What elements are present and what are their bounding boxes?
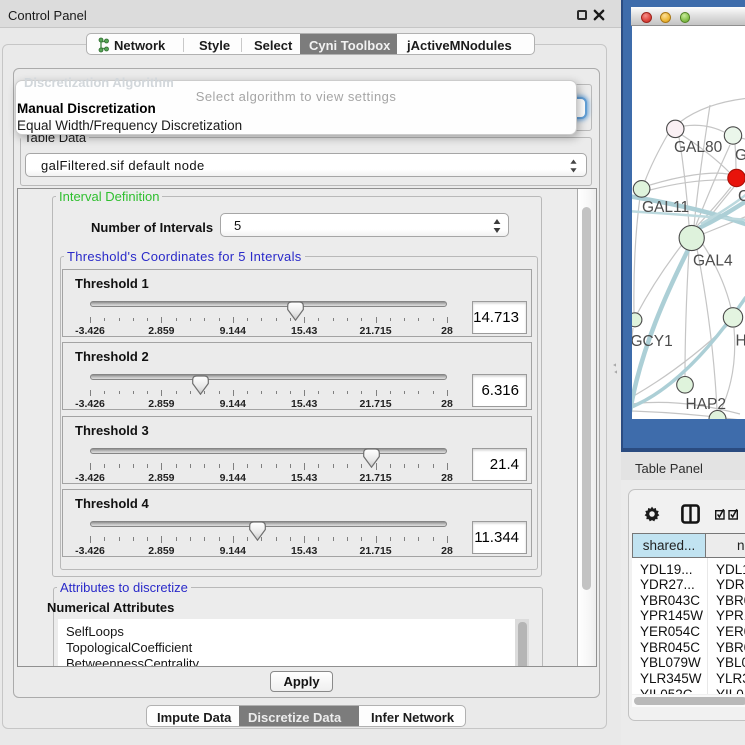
svg-text:GAL80: GAL80	[674, 139, 723, 156]
svg-text:GAL11: GAL11	[642, 199, 689, 216]
svg-text:GAL4: GAL4	[693, 253, 733, 270]
svg-text:HI: HI	[736, 333, 745, 350]
svg-text:CY: CY	[738, 188, 745, 205]
svg-text:HAP2: HAP2	[686, 396, 727, 413]
svg-text:GCY1: GCY1	[632, 333, 673, 350]
svg-text:GAL1: GAL1	[735, 147, 745, 164]
